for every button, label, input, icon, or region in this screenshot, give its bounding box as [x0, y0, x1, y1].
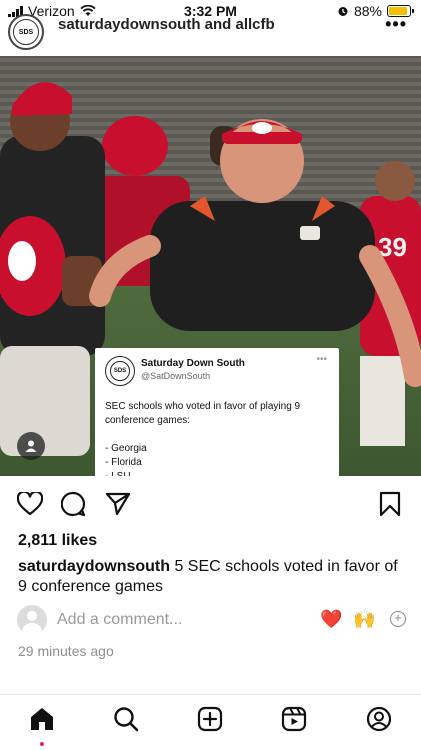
embedded-tweet-card: SDS Saturday Down South @SatDownSouth ••… — [95, 348, 339, 476]
bottom-navigation — [0, 704, 421, 746]
profile-icon — [366, 706, 392, 732]
like-button[interactable] — [16, 490, 44, 518]
save-button[interactable] — [376, 490, 404, 518]
home-icon — [31, 708, 53, 730]
tweet-more-icon: ••• — [316, 354, 327, 365]
avatar-logo-text: SDS — [13, 19, 39, 45]
nav-home[interactable] — [27, 704, 57, 734]
home-active-dot — [40, 742, 44, 746]
comment-icon — [61, 491, 86, 517]
more-horizontal-icon[interactable]: ••• — [385, 14, 407, 35]
nav-create[interactable] — [195, 704, 225, 734]
post-image[interactable]: 39 SDS Saturday Down South @SatDownSouth… — [0, 56, 421, 476]
tweet-text: SEC schools who voted in favor of playin… — [105, 401, 301, 476]
add-comment-row: Add a comment... ❤️ 🙌 + — [0, 605, 421, 637]
post-actions — [0, 490, 421, 518]
nav-search[interactable] — [111, 704, 141, 734]
current-user-avatar — [17, 605, 47, 635]
send-icon — [105, 492, 131, 516]
reels-icon — [281, 706, 307, 732]
nav-divider — [0, 694, 421, 695]
share-button[interactable] — [104, 490, 132, 518]
add-reaction-icon[interactable]: + — [390, 611, 406, 627]
create-icon — [197, 706, 223, 732]
post-timestamp: 29 minutes ago — [18, 643, 114, 659]
comment-button[interactable] — [60, 490, 88, 518]
nav-reels[interactable] — [279, 704, 309, 734]
reaction-raised-hands-emoji[interactable]: 🙌 — [353, 609, 375, 630]
reaction-heart-emoji[interactable]: ❤️ — [320, 609, 342, 630]
post-caption: saturdaydownsouth 5 SEC schools voted in… — [18, 557, 408, 597]
bookmark-icon — [379, 491, 401, 517]
tweet-handle: @SatDownSouth — [141, 371, 211, 381]
post-header: SDS saturdaydownsouth and allcfb ••• — [0, 14, 421, 50]
tweet-display-name: Saturday Down South — [141, 358, 245, 369]
search-icon — [114, 707, 139, 732]
post-avatar[interactable]: SDS — [8, 14, 44, 50]
tweet-avatar: SDS — [105, 356, 135, 386]
tagged-users-button[interactable] — [17, 432, 45, 460]
post-author[interactable]: saturdaydownsouth and allcfb — [58, 16, 275, 33]
like-count[interactable]: 2,811 likes — [18, 532, 97, 550]
comment-input[interactable]: Add a comment... — [57, 611, 182, 629]
nav-profile[interactable] — [364, 704, 394, 734]
heart-icon — [17, 492, 43, 516]
person-icon — [25, 440, 37, 452]
caption-username[interactable]: saturdaydownsouth — [18, 558, 170, 575]
tweet-avatar-text: SDS — [110, 361, 130, 381]
